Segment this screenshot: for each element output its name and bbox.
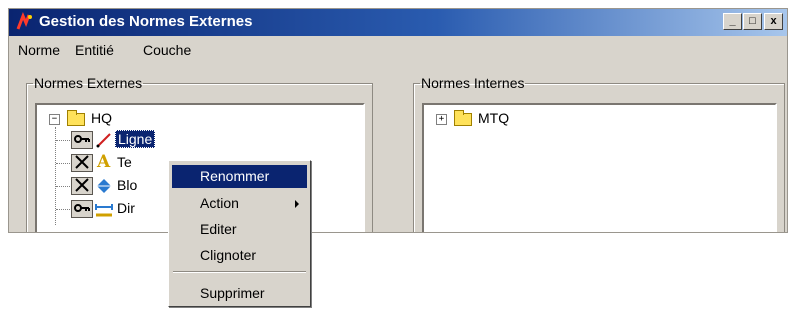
tree-node-label: Blo — [117, 177, 138, 193]
block-diamond-icon — [97, 179, 111, 193]
tree-connector — [56, 140, 70, 141]
internal-norms-tree[interactable]: + MTQ — [422, 103, 777, 232]
main-window: Gestion des Normes Externes _ □ x Norme … — [8, 8, 788, 233]
title-bar[interactable]: Gestion des Normes Externes _ □ x — [9, 9, 787, 36]
collapse-icon[interactable]: − — [49, 114, 60, 125]
menu-bar: Norme Entitié Couche — [9, 39, 787, 61]
context-menu: Renommer Action Editer Clignoter Supprim… — [168, 160, 311, 307]
tree-connector — [56, 186, 70, 187]
menu-item-supprimer[interactable]: Supprimer — [172, 282, 307, 305]
text-a-icon: A — [97, 152, 111, 172]
key-icon[interactable] — [71, 200, 93, 218]
tree-connector — [56, 163, 70, 164]
tree-node-label: Te — [117, 154, 132, 170]
menu-item-clignoter[interactable]: Clignoter — [172, 244, 307, 267]
tree-node-label: Dir — [117, 200, 135, 216]
folder-icon — [454, 110, 472, 126]
folder-icon — [67, 110, 85, 126]
external-norms-legend: Normes Externes — [34, 75, 143, 91]
tree-node-ligne[interactable]: Ligne — [71, 130, 211, 149]
menu-entitie[interactable]: Entitié — [75, 42, 114, 58]
tree-connector — [56, 209, 70, 210]
tree-node-hq[interactable]: − HQ — [43, 110, 163, 128]
app-icon — [16, 12, 32, 30]
tree-connector — [55, 127, 56, 225]
key-icon[interactable] — [71, 131, 93, 149]
menu-norme[interactable]: Norme — [18, 42, 60, 58]
tree-node-mtq[interactable]: + MTQ — [430, 110, 550, 128]
window-title: Gestion des Normes Externes — [39, 13, 253, 30]
menu-item-action[interactable]: Action — [172, 192, 307, 215]
dimension-icon — [95, 204, 113, 217]
menu-couche[interactable]: Couche — [143, 42, 191, 58]
internal-norms-legend: Normes Internes — [421, 75, 525, 91]
maximize-button[interactable]: □ — [743, 13, 762, 30]
menu-separator — [173, 271, 306, 273]
menu-item-renommer[interactable]: Renommer — [172, 165, 307, 188]
menu-item-label: Action — [200, 195, 239, 211]
line-icon — [96, 133, 111, 148]
close-button[interactable]: x — [764, 13, 783, 30]
tree-node-label: Ligne — [115, 130, 156, 148]
x-icon[interactable] — [71, 154, 93, 172]
tree-node-label: MTQ — [478, 110, 510, 126]
submenu-arrow-icon — [295, 200, 299, 208]
tree-node-label: HQ — [91, 110, 112, 126]
x-icon[interactable] — [71, 177, 93, 195]
menu-item-editer[interactable]: Editer — [172, 218, 307, 241]
expand-icon[interactable]: + — [436, 114, 447, 125]
minimize-button[interactable]: _ — [723, 13, 742, 30]
